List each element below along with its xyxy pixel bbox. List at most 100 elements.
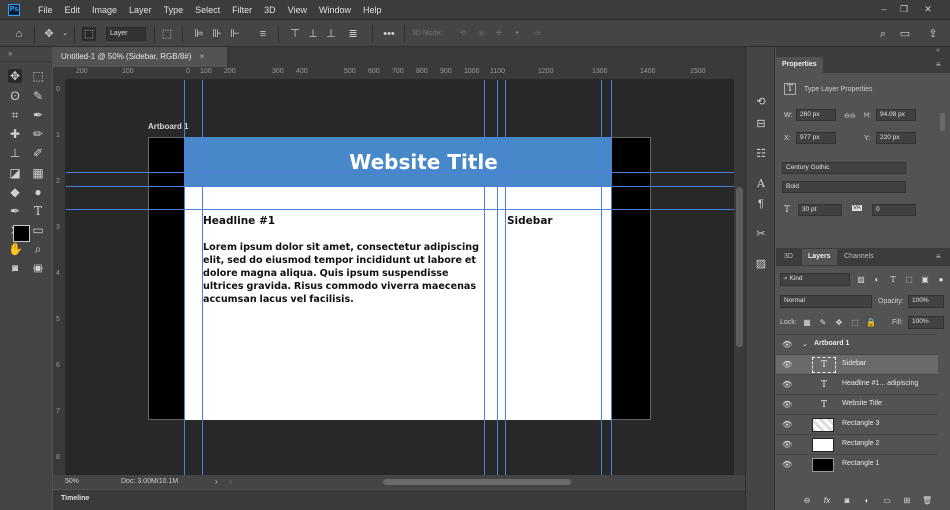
align-vcenter-icon[interactable]: ⊥ [306, 27, 320, 41]
visibility-eye-icon[interactable]: 👁 [782, 460, 792, 470]
filter-toggle-icon[interactable]: ● [936, 275, 946, 285]
layer-row-rectangle-3[interactable]: 👁 Rectangle 3 [776, 414, 938, 434]
eraser-tool-icon[interactable]: ◪ [8, 166, 22, 180]
fill-field[interactable]: 100% [908, 316, 944, 329]
menu-edit[interactable]: Edit [59, 5, 87, 15]
layer-row-headline[interactable]: 👁 T Headline #1... adipiscing [776, 374, 938, 394]
properties-scroll-thumb[interactable] [940, 113, 945, 131]
transform-controls-icon[interactable]: ⬚ [160, 27, 174, 41]
type-tool-icon[interactable]: T [31, 204, 45, 218]
tracking-field[interactable]: 0 [872, 204, 916, 216]
vertical-scrollbar[interactable] [734, 67, 745, 475]
gradient-tool-icon[interactable]: ▦ [31, 166, 45, 180]
adjustments-panel-icon[interactable]: ⊟ [754, 117, 768, 131]
layer-name[interactable]: Rectangle 2 [842, 440, 879, 447]
layer-name[interactable]: Rectangle 3 [842, 420, 879, 427]
3d-camera-icon[interactable]: ▭ [530, 27, 544, 41]
eyedropper-tool-icon[interactable]: ✒ [31, 108, 45, 122]
collapse-toolbar-icon[interactable]: » [8, 49, 12, 58]
align-bottom-icon[interactable]: ⊥ [324, 27, 338, 41]
menu-file[interactable]: File [32, 5, 59, 15]
history-panel-icon[interactable]: ⟲ [754, 95, 768, 109]
artboard-label[interactable]: Artboard 1 [148, 122, 188, 131]
visibility-eye-icon[interactable]: 👁 [782, 400, 792, 410]
layers-menu-icon[interactable]: ≡ [936, 252, 941, 261]
document-canvas[interactable]: Artboard 1 Website Title Headline #1 Lor… [66, 80, 734, 475]
chevron-down-icon[interactable]: ⌄ [802, 340, 808, 348]
guide-horizontal[interactable] [66, 172, 734, 173]
auto-select-icon[interactable]: ⬚ [82, 27, 96, 41]
filter-pixel-icon[interactable]: ▨ [856, 275, 866, 285]
body-paragraph[interactable]: Lorem ipsum dolor sit amet, consectetur … [203, 241, 483, 306]
pen-tool-icon[interactable]: ✒ [8, 204, 22, 218]
clone-stamp-tool-icon[interactable]: ⊥ [8, 146, 22, 160]
guide-horizontal[interactable] [66, 209, 734, 210]
sidebar-heading[interactable]: Sidebar [507, 215, 553, 227]
align-hcenter-icon[interactable]: ⊪ [210, 27, 224, 41]
align-right-icon[interactable]: ⊩ [228, 27, 242, 41]
adjustment-layer-icon[interactable]: ◐ [862, 496, 872, 506]
layer-name[interactable]: Rectangle 1 [842, 460, 879, 467]
hand-tool-icon[interactable]: ✋ [8, 242, 23, 256]
workspace-icon[interactable]: ▭ [898, 27, 912, 41]
link-layers-icon[interactable]: ⊖ [802, 496, 812, 506]
3d-roll-icon[interactable]: ◎ [474, 27, 488, 41]
layer-row-website-title[interactable]: 👁 T Website Title [776, 394, 938, 414]
website-title[interactable]: Website Title [349, 150, 498, 174]
menu-type[interactable]: Type [158, 5, 190, 15]
artboard-tool-icon[interactable]: ⬚ [31, 69, 45, 83]
font-size-field[interactable]: 30 pt [798, 204, 842, 216]
restore-icon[interactable]: ❐ [898, 3, 910, 15]
vertical-scroll-thumb[interactable] [736, 187, 743, 347]
align-left-icon[interactable]: ⊫ [192, 27, 206, 41]
link-icon[interactable]: ⊖⊖ [844, 112, 856, 120]
3d-drag-icon[interactable]: ✣ [492, 27, 506, 41]
tab-channels[interactable]: Channels [838, 249, 880, 265]
minimize-icon[interactable]: – [878, 3, 890, 15]
menu-select[interactable]: Select [189, 5, 226, 15]
distribute-icon[interactable]: ≡ [256, 27, 270, 41]
tab-3d[interactable]: 3D [778, 249, 799, 265]
new-group-icon[interactable]: ▭ [882, 496, 892, 506]
guide-vertical[interactable] [497, 80, 498, 475]
healing-brush-tool-icon[interactable]: ✚ [8, 127, 22, 141]
menu-view[interactable]: View [282, 5, 313, 15]
quick-mask-icon[interactable]: ◙ [8, 262, 22, 276]
search-icon[interactable]: ⌕ [876, 27, 890, 41]
layer-name[interactable]: Website Title [842, 400, 882, 407]
screen-mode-icon[interactable]: ▣ [31, 262, 45, 276]
blend-mode-select[interactable]: Normal [780, 295, 872, 308]
character-panel-icon[interactable]: A [754, 177, 768, 191]
visibility-eye-icon[interactable]: 👁 [782, 340, 792, 350]
foreground-color-swatch[interactable] [13, 225, 30, 242]
tool-preset-chevron-icon[interactable]: ⌄ [58, 27, 72, 41]
guide-vertical[interactable] [202, 80, 203, 475]
lock-all-icon[interactable]: 🔒 [866, 318, 876, 328]
guide-vertical[interactable] [611, 80, 612, 475]
menu-3d[interactable]: 3D [258, 5, 282, 15]
menu-image[interactable]: Image [86, 5, 123, 15]
crop-tool-icon[interactable]: ⌗ [8, 108, 22, 122]
filter-shape-icon[interactable]: ⬚ [904, 275, 914, 285]
menu-layer[interactable]: Layer [123, 5, 158, 15]
headline-text[interactable]: Headline #1 [203, 215, 483, 227]
dodge-tool-icon[interactable]: ● [31, 185, 45, 199]
rectangle-3-header[interactable]: Website Title [185, 137, 612, 186]
auto-select-target-select[interactable]: Layer [106, 27, 146, 41]
layer-name[interactable]: Headline #1... adipiscing [842, 380, 918, 387]
zoom-tool-icon[interactable]: ⌕ [31, 242, 45, 256]
layer-row-rectangle-2[interactable]: 👁 Rectangle 2 [776, 434, 938, 454]
layer-row-artboard[interactable]: 👁 ⌄ Artboard 1 [776, 334, 938, 354]
visibility-eye-icon[interactable]: 👁 [782, 380, 792, 390]
zoom-level[interactable]: 50% [65, 478, 79, 485]
width-field[interactable]: 260 px [796, 109, 836, 121]
document-tab[interactable]: Untitled-1 @ 50% (Sidebar, RGB/8#) × [53, 47, 227, 67]
tab-layers[interactable]: Layers [802, 249, 837, 265]
visibility-eye-icon[interactable]: 👁 [782, 360, 792, 370]
rectangle-tool-icon[interactable]: ▭ [31, 223, 45, 237]
height-field[interactable]: 94.08 px [876, 109, 916, 121]
3d-slide-icon[interactable]: ✦ [510, 27, 524, 41]
lock-position-icon[interactable]: ✥ [834, 318, 844, 328]
align-top-icon[interactable]: ⊤ [288, 27, 302, 41]
font-style-select[interactable]: Bold [782, 181, 906, 193]
